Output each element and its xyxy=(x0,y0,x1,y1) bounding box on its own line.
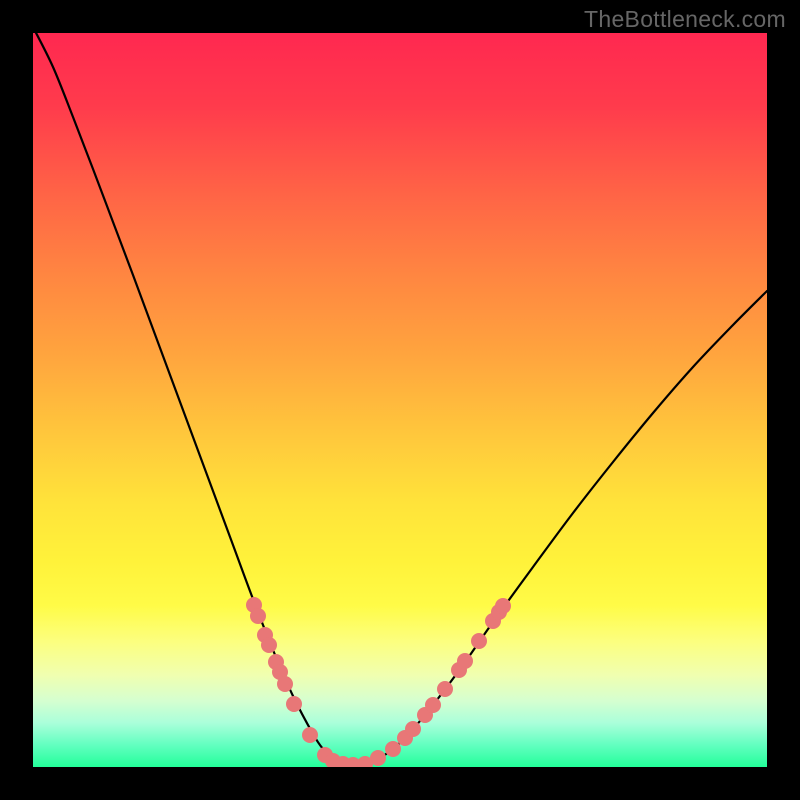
data-dot xyxy=(417,707,433,723)
chart-frame: TheBottleneck.com xyxy=(0,0,800,800)
bottleneck-curve xyxy=(33,33,767,765)
data-dot xyxy=(437,681,453,697)
data-dot xyxy=(370,750,386,766)
data-dot xyxy=(405,721,421,737)
data-dot xyxy=(246,597,262,613)
data-dot xyxy=(317,747,333,763)
curve-layer xyxy=(33,33,767,767)
data-dot xyxy=(397,730,413,746)
data-dot xyxy=(485,613,501,629)
data-dot xyxy=(451,662,467,678)
watermark-text: TheBottleneck.com xyxy=(584,6,786,33)
data-dot xyxy=(257,627,273,643)
data-dot xyxy=(302,727,318,743)
data-dot xyxy=(261,637,277,653)
data-dot xyxy=(357,756,373,767)
data-dot xyxy=(277,676,293,692)
plot-area xyxy=(33,33,767,767)
data-dot xyxy=(335,756,351,767)
data-dot xyxy=(425,697,441,713)
dot-cluster xyxy=(246,597,511,767)
data-dot xyxy=(272,664,288,680)
data-dot xyxy=(250,608,266,624)
data-dot xyxy=(345,757,361,767)
data-dot xyxy=(495,598,511,614)
data-dot xyxy=(471,633,487,649)
data-dot xyxy=(385,741,401,757)
data-dot xyxy=(457,653,473,669)
data-dot xyxy=(325,753,341,767)
data-dot xyxy=(491,604,507,620)
data-dot xyxy=(286,696,302,712)
data-dot xyxy=(268,654,284,670)
